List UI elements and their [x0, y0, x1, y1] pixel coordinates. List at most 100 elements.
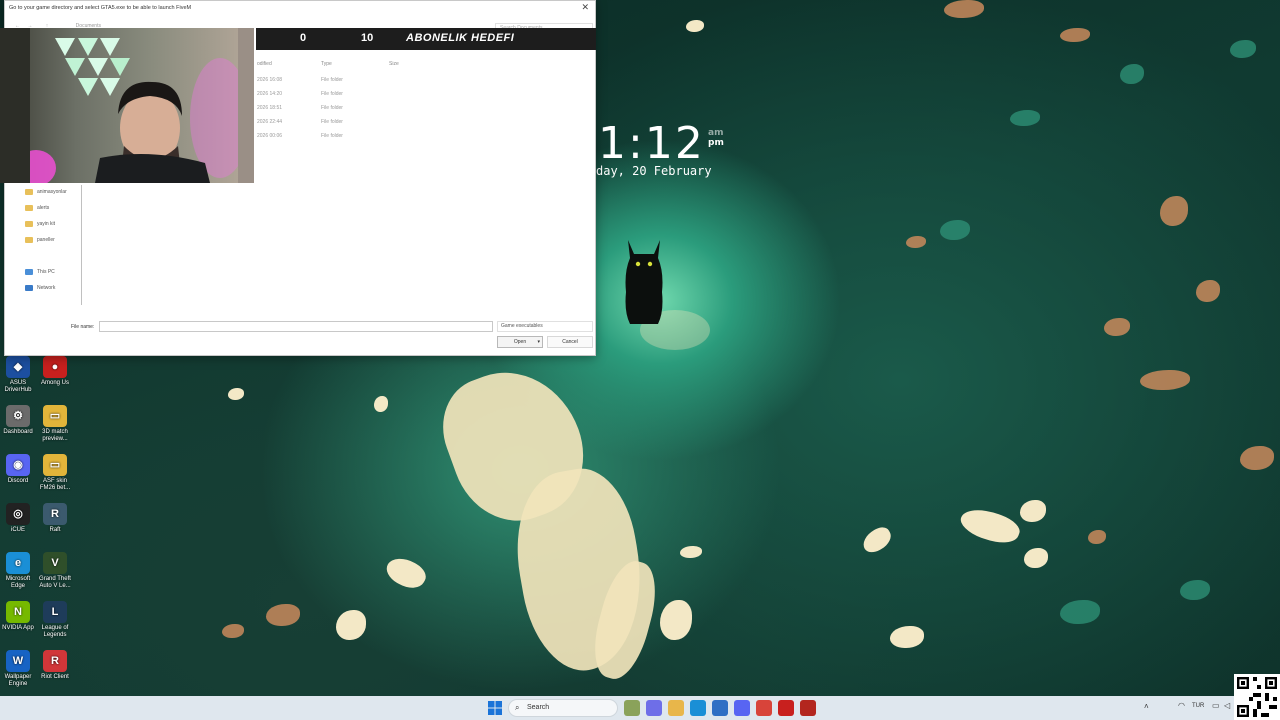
desktop-icon-discord[interactable]: ◉ Discord: [0, 454, 36, 485]
widgets-icon[interactable]: [624, 700, 640, 716]
row-type[interactable]: File folder: [321, 119, 343, 125]
chevron-down-icon[interactable]: ▾: [537, 337, 540, 347]
app-icon: V: [43, 552, 67, 574]
webcam-overlay: [0, 28, 254, 183]
desktop-icon-wallpaper-engine[interactable]: W Wallpaper Engine: [0, 650, 36, 688]
app-icon: L: [43, 601, 67, 623]
wallpaper-leaf: [660, 600, 692, 640]
wallpaper-leaf: [859, 523, 895, 557]
desktop-icon-asus-driverhub[interactable]: ◆ ASUS DriverHub: [0, 356, 36, 394]
wallpaper-leaf: [336, 610, 366, 640]
wallpaper-leaf: [1140, 370, 1190, 390]
chrome-icon[interactable]: [756, 700, 772, 716]
row-date[interactable]: 2026 22:44: [257, 119, 282, 125]
nav-item-this-pc[interactable]: This PC: [25, 269, 55, 275]
wallpaper-leaf: [1088, 530, 1106, 544]
wallpaper-leaf: [1230, 40, 1256, 58]
display-icon[interactable]: ▭: [1212, 701, 1220, 710]
dialog-title: Go to your game directory and select GTA…: [9, 5, 192, 11]
pane-divider[interactable]: [81, 185, 82, 305]
desktop-icon-among-us[interactable]: ● Among Us: [37, 356, 73, 387]
folder-icon: [25, 205, 33, 211]
volume-icon[interactable]: ◁: [1224, 701, 1230, 710]
wallpaper-leaf: [1010, 110, 1040, 126]
copilot-icon[interactable]: [646, 700, 662, 716]
row-type[interactable]: File folder: [321, 105, 343, 111]
app-icon: ▭: [43, 454, 67, 476]
desktop-icon-asf-skin-fm26-bet[interactable]: ▭ ASF skin FM26 bet...: [37, 454, 73, 492]
wallpaper-leaf: [1120, 64, 1144, 84]
black-cat-illustration: [625, 240, 663, 324]
app-icon: e: [6, 552, 30, 574]
desktop-icon-microsoft-edge[interactable]: e Microsoft Edge: [0, 552, 36, 590]
wallpaper-leaf: [1180, 580, 1210, 600]
cancel-button[interactable]: Cancel: [547, 336, 593, 348]
file-type-select[interactable]: Game executables: [497, 321, 593, 332]
desktop-icon-label: Raft: [49, 527, 61, 533]
nav-item-network[interactable]: Network: [25, 285, 55, 291]
desktop-icon-label: ASUS DriverHub: [4, 380, 32, 393]
desktop-icon-label: Riot Client: [41, 674, 69, 680]
open-button-label: Open: [513, 339, 527, 345]
file-name-input[interactable]: [99, 321, 493, 332]
wallpaper-leaf: [382, 551, 430, 595]
app-icon: ◎: [6, 503, 30, 525]
chevron-up-icon[interactable]: ˄: [1144, 702, 1149, 711]
desktop-icon-nvidia-app[interactable]: N NVIDIA App: [0, 601, 36, 632]
nav-item-label: animasyonlar: [37, 189, 67, 195]
wallpaper-leaf: [222, 624, 244, 638]
nav-item-label: This PC: [37, 269, 55, 275]
row-type[interactable]: File folder: [321, 91, 343, 97]
column-date-modified[interactable]: odified: [257, 61, 272, 67]
desktop-icon-3d-match-preview[interactable]: ▭ 3D match preview...: [37, 405, 73, 443]
discord-icon[interactable]: [734, 700, 750, 716]
app-icon: ▭: [43, 405, 67, 427]
windows-start-icon[interactable]: [488, 701, 502, 715]
row-date[interactable]: 2026 18:51: [257, 105, 282, 111]
wifi-icon[interactable]: ◠: [1178, 701, 1185, 710]
row-date[interactable]: 2026 00:06: [257, 133, 282, 139]
wallpaper-leaf: [680, 546, 702, 558]
wallpaper-leaf: [1020, 500, 1046, 522]
open-button[interactable]: Open ▾: [497, 336, 543, 348]
goal-end-value: 10: [361, 32, 374, 44]
wallpaper-leaf: [957, 502, 1023, 550]
nav-item-label: Network: [37, 285, 56, 291]
nav-item-alerts[interactable]: alerts: [25, 205, 49, 211]
wallpaper-leaf: [1240, 446, 1274, 470]
row-date[interactable]: 2026 14:20: [257, 91, 282, 97]
nav-item-yayin-kit[interactable]: yayin kit: [25, 221, 55, 227]
close-icon[interactable]: ✕: [581, 2, 589, 13]
nav-item-paneller[interactable]: paneller: [25, 237, 55, 243]
edge-icon[interactable]: [690, 700, 706, 716]
row-type[interactable]: File folder: [321, 77, 343, 83]
desktop-icon-riot-client[interactable]: R Riot Client: [37, 650, 73, 681]
row-date[interactable]: 2026 16:08: [257, 77, 282, 83]
qr-code: [1234, 674, 1280, 720]
desktop-icon-label: Wallpaper Engine: [4, 674, 32, 687]
desktop-icon-dashboard[interactable]: ⚙ Dashboard: [0, 405, 36, 436]
clock-pm: pm: [708, 138, 724, 148]
desktop-icon-label: 3D match preview...: [42, 429, 68, 442]
taskbar-search-input[interactable]: ⌕ Search: [508, 699, 618, 717]
desktop-icon-icue[interactable]: ◎ iCUE: [0, 503, 36, 534]
app-red-icon[interactable]: [778, 700, 794, 716]
desktop-icon-grand-theft-auto-v-le[interactable]: V Grand Theft Auto V Le...: [37, 552, 73, 590]
file-explorer-icon[interactable]: [668, 700, 684, 716]
desktop-icon-league-of-legends[interactable]: L League of Legends: [37, 601, 73, 639]
clock-am-pm: am pm: [708, 128, 724, 148]
pc-icon: [25, 269, 33, 275]
nav-item-animasyonlar[interactable]: animasyonlar: [25, 189, 67, 195]
row-type[interactable]: File folder: [321, 133, 343, 139]
desktop-icon-label: iCUE: [10, 527, 25, 533]
desktop-icon-raft[interactable]: R Raft: [37, 503, 73, 534]
wallpaper-leaf: [944, 0, 984, 18]
wallpaper-leaf: [266, 604, 300, 626]
notepad-icon[interactable]: [712, 700, 728, 716]
language-indicator[interactable]: TUR: [1192, 703, 1204, 709]
acrobat-icon[interactable]: [800, 700, 816, 716]
column-size[interactable]: Size: [389, 61, 399, 67]
wallpaper-leaf: [686, 20, 704, 32]
wallpaper-leaf: [1060, 28, 1090, 42]
column-type[interactable]: Type: [321, 61, 332, 67]
